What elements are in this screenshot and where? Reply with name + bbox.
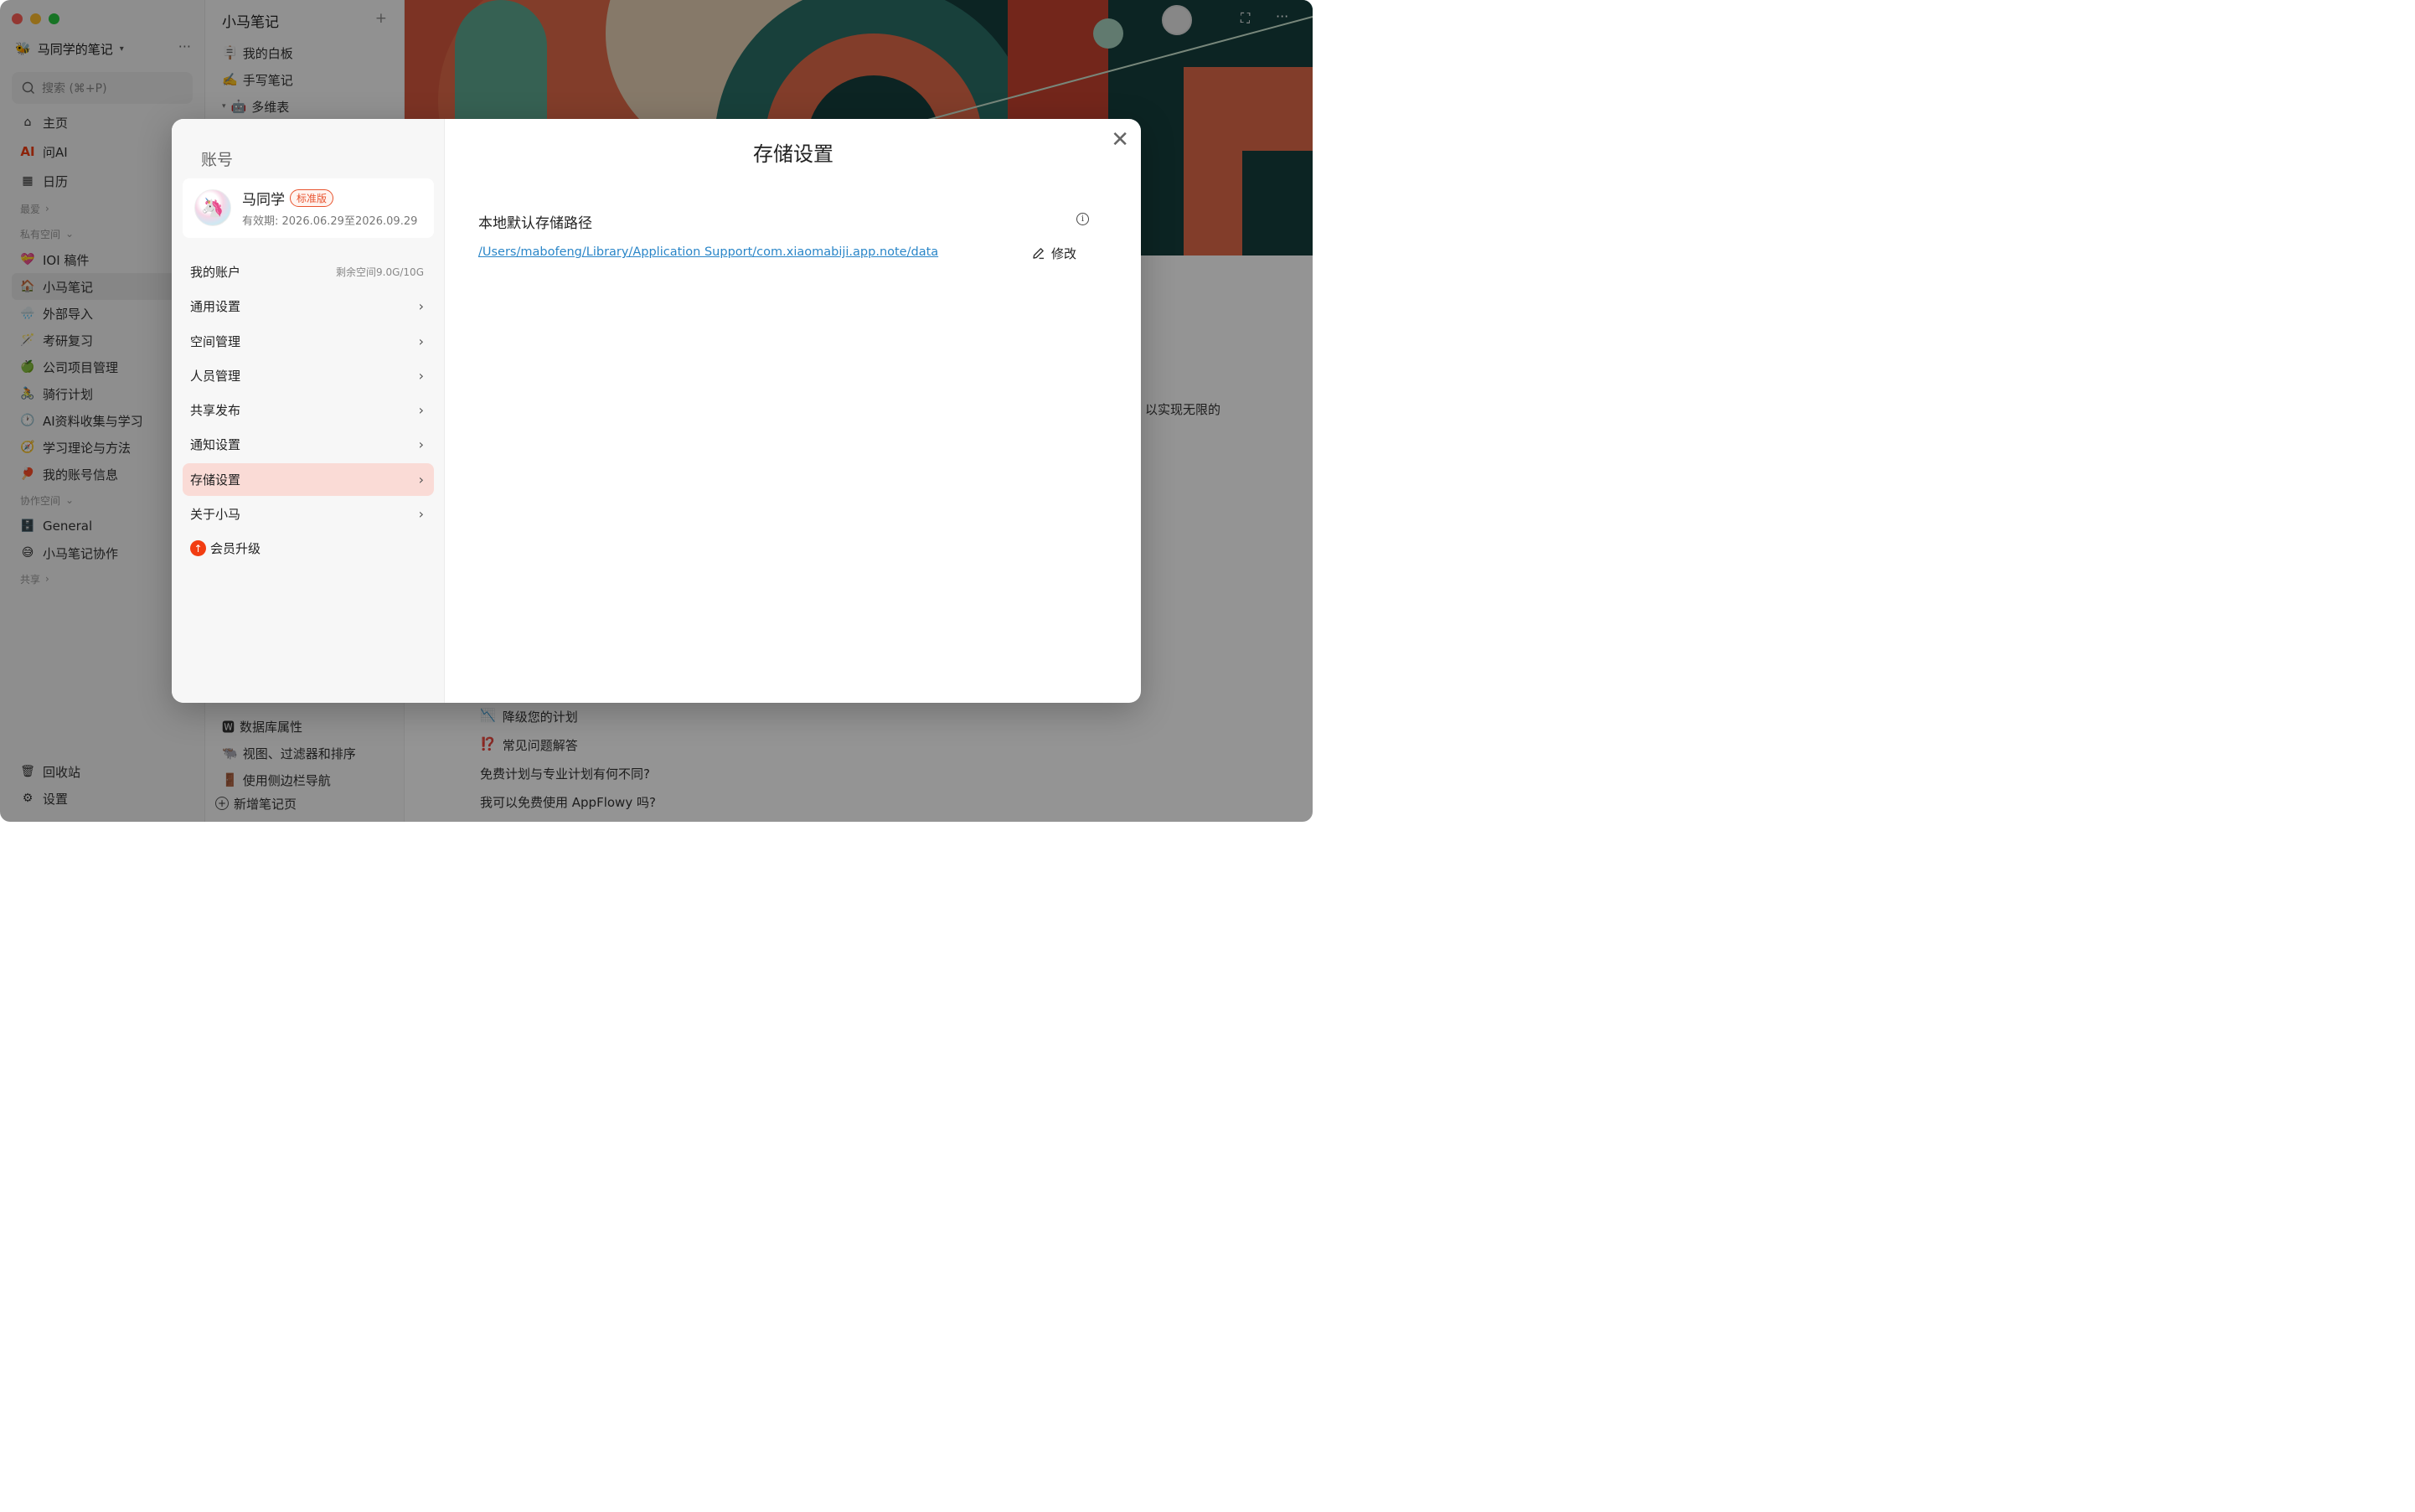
- menu-general-settings[interactable]: 通用设置 ›: [183, 290, 434, 323]
- chevron-right-icon: ›: [418, 471, 424, 488]
- chevron-right-icon: ›: [418, 402, 424, 419]
- storage-remaining: 剩余空间9.0G/10G: [336, 266, 424, 278]
- account-heading: 账号: [201, 151, 234, 169]
- menu-share-publish[interactable]: 共享发布 ›: [183, 394, 434, 426]
- plan-badge: 标准版: [290, 189, 334, 207]
- upgrade-button[interactable]: ↑ 会员升级: [183, 532, 434, 565]
- avatar: 🦄: [194, 189, 231, 226]
- menu-item-label: 关于小马: [190, 507, 241, 523]
- pencil-icon: [1033, 248, 1044, 260]
- user-card: 🦄 马同学 标准版 有效期: 2026.06.29至2026.09.29: [183, 178, 434, 238]
- menu-about[interactable]: 关于小马 ›: [183, 498, 434, 530]
- menu-space-management[interactable]: 空间管理 ›: [183, 325, 434, 358]
- menu-item-label: 通用设置: [190, 299, 241, 315]
- page-title: 存储设置: [753, 142, 833, 166]
- upgrade-label: 会员升级: [210, 541, 261, 557]
- validity-text: 有效期: 2026.06.29至2026.09.29: [242, 215, 418, 228]
- edit-label: 修改: [1050, 246, 1076, 261]
- info-icon[interactable]: i: [1076, 213, 1089, 225]
- menu-item-label: 存储设置: [190, 472, 241, 488]
- menu-item-label: 我的账户: [190, 265, 241, 280]
- menu-notification-settings[interactable]: 通知设置 ›: [183, 428, 434, 461]
- menu-member-management[interactable]: 人员管理 ›: [183, 359, 434, 392]
- edit-path-button[interactable]: 修改: [1031, 245, 1076, 262]
- settings-sidebar: 账号 🦄 马同学 标准版 有效期: 2026.06.29至2026.09.29 …: [172, 119, 445, 703]
- menu-item-label: 人员管理: [190, 368, 241, 384]
- upgrade-arrow-icon: ↑: [190, 540, 206, 557]
- storage-path-link[interactable]: /Users/mabofeng/Library/Application Supp…: [478, 245, 938, 259]
- menu-my-account[interactable]: 我的账户 剩余空间9.0G/10G: [183, 255, 434, 288]
- settings-content: 存储设置 ✕ 本地默认存储路径 i /Users/mabofeng/Librar…: [446, 119, 1141, 703]
- close-icon[interactable]: ✕: [1111, 127, 1129, 152]
- chevron-right-icon: ›: [418, 298, 424, 315]
- app-window: 🐝 马同学的笔记 ▾ ··· 搜索 (⌘+P) ⌂ 主页 AI 问AI ▦ 日历…: [0, 0, 1313, 822]
- menu-item-label: 空间管理: [190, 333, 241, 349]
- menu-item-label: 共享发布: [190, 403, 241, 419]
- user-name: 马同学: [242, 192, 285, 209]
- chevron-right-icon: ›: [418, 333, 424, 349]
- chevron-right-icon: ›: [418, 436, 424, 453]
- unicorn-icon: 🦄: [201, 197, 224, 219]
- chevron-right-icon: ›: [418, 367, 424, 384]
- menu-storage-settings[interactable]: 存储设置 ›: [183, 462, 434, 496]
- menu-item-label: 通知设置: [190, 437, 241, 453]
- chevron-right-icon: ›: [418, 506, 424, 523]
- settings-dialog: 账号 🦄 马同学 标准版 有效期: 2026.06.29至2026.09.29 …: [172, 119, 1141, 703]
- storage-path-label: 本地默认存储路径: [478, 215, 592, 232]
- user-name-row: 马同学 标准版: [242, 188, 334, 209]
- settings-menu: 我的账户 剩余空间9.0G/10G 通用设置 › 空间管理 › 人员管理 › 共…: [183, 255, 434, 567]
